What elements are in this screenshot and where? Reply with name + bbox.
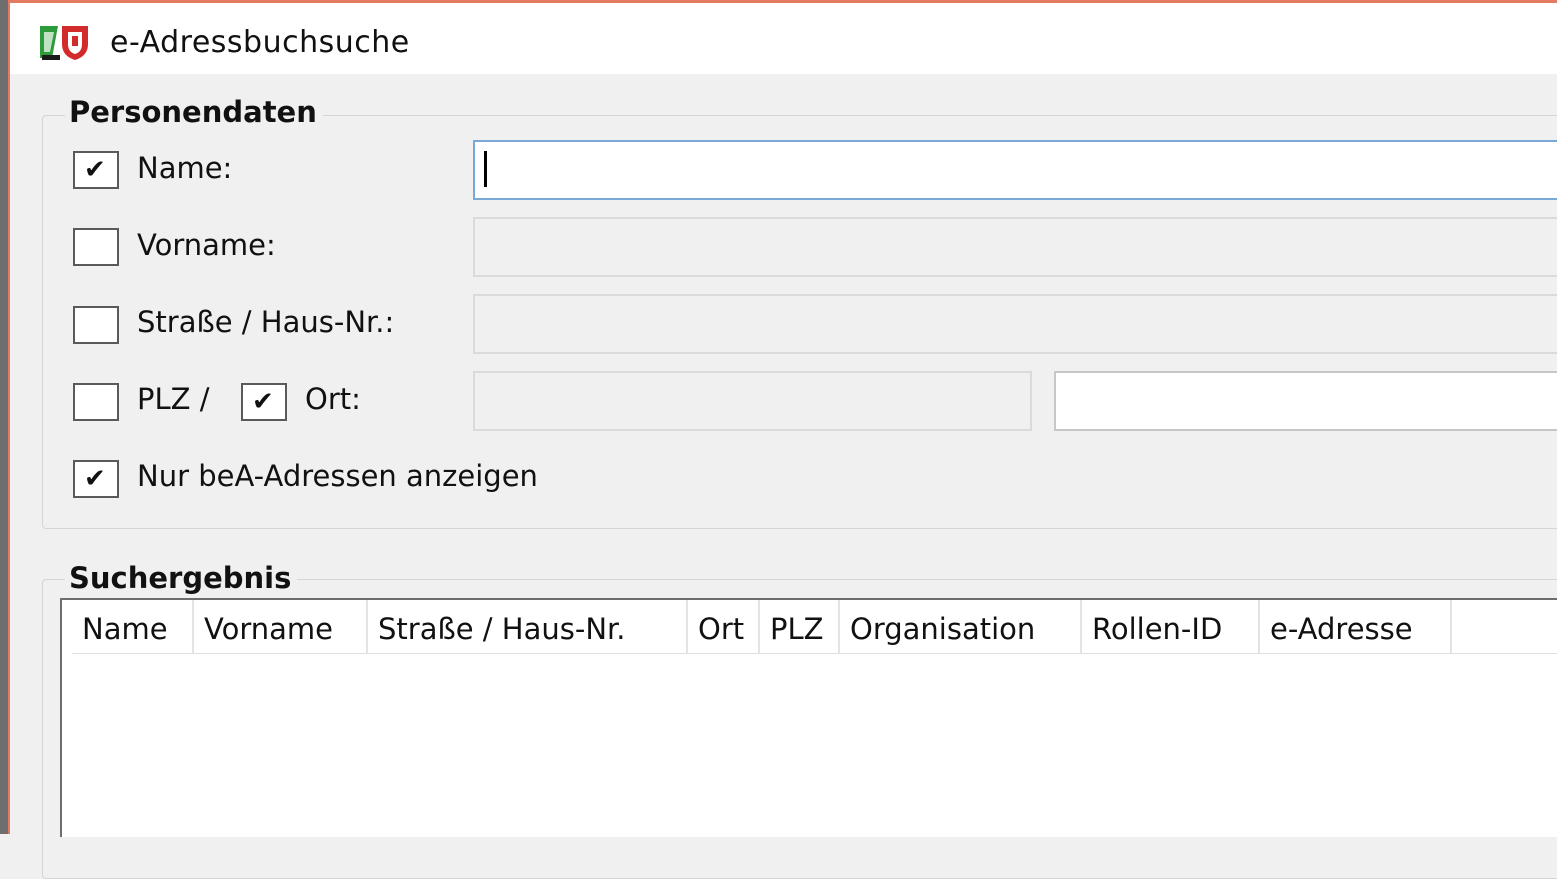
check-icon: ✔ <box>84 464 106 494</box>
plz-label: PLZ / <box>137 382 210 416</box>
plz-checkbox[interactable] <box>73 383 119 421</box>
column-header-plz[interactable]: PLZ <box>760 600 840 654</box>
ort-input[interactable] <box>1054 371 1557 431</box>
name-input[interactable] <box>473 140 1557 200</box>
ort-checkbox[interactable]: ✔ <box>241 383 287 421</box>
screen: e-Adressbuchsuche Personendaten ✔ Name: … <box>0 0 1557 879</box>
check-icon: ✔ <box>252 387 274 417</box>
nur-bea-label: Nur beA-Adressen anzeigen <box>137 459 538 493</box>
suchergebnis-legend: Suchergebnis <box>65 561 298 595</box>
vorname-checkbox[interactable] <box>73 228 119 266</box>
address-book-search-window: e-Adressbuchsuche Personendaten ✔ Name: … <box>10 0 1557 879</box>
results-table[interactable]: Name Vorname Straße / Haus-Nr. Ort PLZ O… <box>60 598 1557 837</box>
window-title: e-Adressbuchsuche <box>110 25 410 60</box>
strasse-input[interactable] <box>473 294 1557 354</box>
left-window-edge <box>0 0 10 834</box>
column-header-name[interactable]: Name <box>72 600 194 654</box>
vorname-input[interactable] <box>473 217 1557 277</box>
strasse-label: Straße / Haus-Nr.: <box>137 305 395 339</box>
nrw-coat-of-arms-icon <box>40 26 88 60</box>
strasse-checkbox[interactable] <box>73 306 119 344</box>
column-header-rollen-id[interactable]: Rollen-ID <box>1082 600 1260 654</box>
column-header-ort[interactable]: Ort <box>688 600 760 654</box>
text-caret <box>484 151 487 187</box>
name-checkbox[interactable]: ✔ <box>73 151 119 189</box>
plz-input[interactable] <box>473 371 1032 431</box>
results-table-header: Name Vorname Straße / Haus-Nr. Ort PLZ O… <box>72 600 1557 654</box>
personendaten-legend: Personendaten <box>65 95 323 129</box>
vorname-label: Vorname: <box>137 228 276 262</box>
name-label: Name: <box>137 151 233 185</box>
title-bar: e-Adressbuchsuche <box>10 3 1557 74</box>
nur-bea-checkbox[interactable]: ✔ <box>73 460 119 498</box>
ort-label: Ort: <box>305 382 361 416</box>
check-icon: ✔ <box>84 155 106 185</box>
column-header-e-adresse[interactable]: e-Adresse <box>1260 600 1452 654</box>
column-header-strasse[interactable]: Straße / Haus-Nr. <box>368 600 688 654</box>
column-header-vorname[interactable]: Vorname <box>194 600 368 654</box>
column-header-organisation[interactable]: Organisation <box>840 600 1082 654</box>
